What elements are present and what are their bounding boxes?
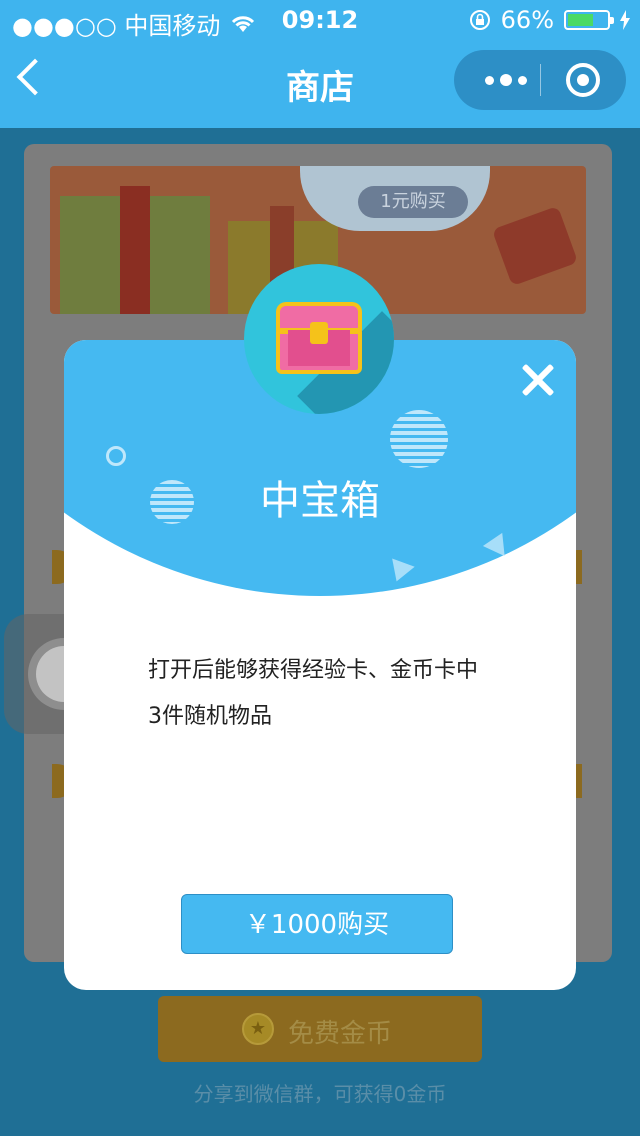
megaphone-icon — [491, 205, 579, 287]
share-tip: 分享到微信群，可获得0金币 — [193, 1082, 447, 1106]
treasure-chest-badge — [244, 264, 394, 414]
target-circle-icon[interactable] — [566, 63, 600, 97]
status-bar: ●●●○○ 中国移动 09:12 66% — [0, 0, 640, 40]
battery-percent: 66% — [500, 6, 554, 34]
decoration-striped-circle — [390, 410, 448, 468]
status-right: 66% — [469, 6, 630, 34]
modal-title: 中宝箱 — [260, 478, 380, 524]
capsule-divider — [540, 64, 541, 96]
buy-button[interactable]: ￥1000购买 — [181, 894, 453, 954]
close-icon[interactable] — [520, 362, 556, 398]
free-coins-button[interactable]: ★ 免费金币 — [158, 996, 482, 1062]
modal-description: 打开后能够获得经验卡、金币卡中3件随机物品 — [148, 658, 479, 729]
star-coin-icon: ★ — [242, 1013, 274, 1045]
nav-bar: 商店 — [0, 40, 640, 128]
treasure-chest-icon — [276, 302, 362, 374]
free-coins-label: 免费金币 — [288, 1019, 393, 1049]
mini-program-capsule — [454, 50, 626, 110]
battery-icon — [564, 10, 614, 30]
more-dots-icon[interactable] — [476, 66, 536, 94]
item-detail-modal: 中宝箱 打开后能够获得经验卡、金币卡中3件随机物品 ￥1000购买 — [64, 340, 576, 990]
decoration-ring — [106, 446, 126, 466]
rotation-lock-icon — [469, 10, 490, 30]
banner-buy-badge: 1元购买 — [358, 186, 468, 218]
charging-icon — [620, 10, 630, 30]
battery-fill — [568, 14, 593, 26]
